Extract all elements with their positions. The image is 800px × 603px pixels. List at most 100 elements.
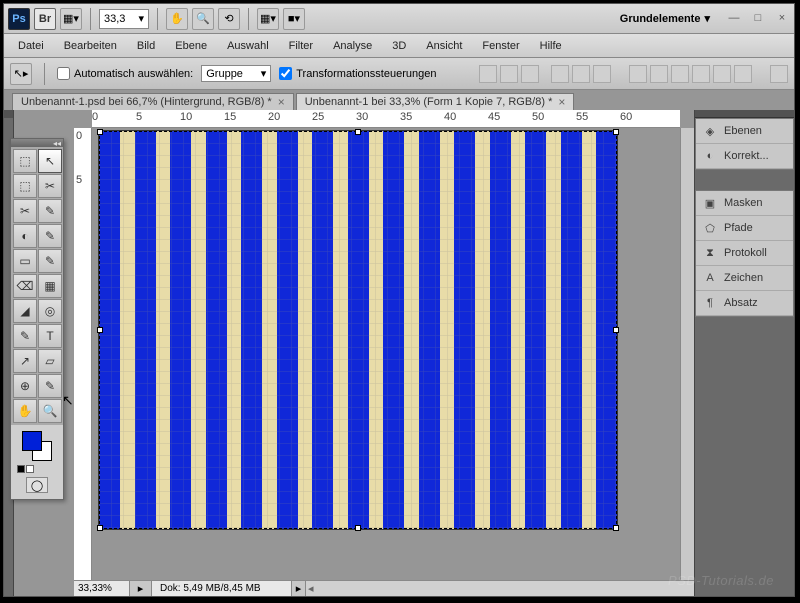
align-icon[interactable] <box>521 65 539 83</box>
status-arrow-icon[interactable]: ▸ <box>292 581 306 596</box>
tool-button[interactable]: ✋ <box>13 399 37 423</box>
group-dropdown[interactable]: Gruppe▾ <box>201 65 271 82</box>
collapse-icon[interactable]: ◂◂ <box>53 139 61 148</box>
close-button[interactable]: × <box>774 12 790 26</box>
align-icon[interactable] <box>479 65 497 83</box>
transform-bounds[interactable] <box>99 131 617 529</box>
tool-button[interactable]: 🔍 <box>38 399 62 423</box>
transform-handle[interactable] <box>355 525 361 531</box>
bridge-icon[interactable]: Br <box>34 8 56 30</box>
tool-button[interactable]: ✂ <box>38 174 62 198</box>
tool-button[interactable]: ▦ <box>38 274 62 298</box>
menu-hilfe[interactable]: Hilfe <box>530 37 572 55</box>
align-icon[interactable] <box>593 65 611 83</box>
maximize-button[interactable]: □ <box>750 12 766 26</box>
panel-para[interactable]: ¶Absatz <box>696 291 793 316</box>
menu-3d[interactable]: 3D <box>382 37 416 55</box>
minimize-button[interactable]: — <box>726 12 742 26</box>
menu-fenster[interactable]: Fenster <box>472 37 529 55</box>
canvas-viewport[interactable] <box>92 128 680 580</box>
arrange-dropdown[interactable]: ▦▾ <box>257 8 279 30</box>
tool-button[interactable]: ↗ <box>13 349 37 373</box>
distribute-icon[interactable] <box>629 65 647 83</box>
panel-adjust[interactable]: ◐Korrekt... <box>696 144 793 169</box>
transform-handle[interactable] <box>613 525 619 531</box>
scrollbar-horizontal[interactable]: ◂ <box>306 581 694 596</box>
document-tab[interactable]: Unbenannt-1.psd bei 66,7% (Hintergrund, … <box>12 93 294 110</box>
menu-ebene[interactable]: Ebene <box>165 37 217 55</box>
tool-button[interactable]: ✎ <box>38 249 62 273</box>
document-tab[interactable]: Unbenannt-1 bei 33,3% (Form 1 Kopie 7, R… <box>296 93 575 110</box>
transform-handle[interactable] <box>97 525 103 531</box>
distribute-icon[interactable] <box>671 65 689 83</box>
tool-button[interactable]: ◎ <box>38 299 62 323</box>
panel-mask[interactable]: ▣Masken <box>696 191 793 216</box>
panel-char[interactable]: AZeichen <box>696 266 793 291</box>
panel-history[interactable]: ⧗Protokoll <box>696 241 793 266</box>
transform-checkbox[interactable]: Transformationssteuerungen <box>279 67 436 80</box>
tool-button[interactable]: ✎ <box>38 199 62 223</box>
status-docsize[interactable]: Dok: 5,49 MB/8,45 MB <box>152 581 292 596</box>
distribute-icon[interactable] <box>650 65 668 83</box>
default-colors-icon[interactable] <box>17 465 25 473</box>
distribute-icon[interactable] <box>713 65 731 83</box>
quickmask-button[interactable]: ◯ <box>26 477 48 493</box>
align-icon[interactable] <box>572 65 590 83</box>
menu-auswahl[interactable]: Auswahl <box>217 37 279 55</box>
tool-button[interactable]: ⌫ <box>13 274 37 298</box>
tool-button[interactable]: ✎ <box>38 374 62 398</box>
transform-handle[interactable] <box>355 129 361 135</box>
tool-button[interactable]: ✂ <box>13 199 37 223</box>
panel-layers[interactable]: ◈Ebenen <box>696 119 793 144</box>
tool-button[interactable]: ↖ <box>38 149 62 173</box>
tool-button[interactable]: ⬚ <box>13 174 37 198</box>
align-icon[interactable] <box>500 65 518 83</box>
move-tool-icon[interactable]: ↖▸ <box>10 63 32 85</box>
status-zoom[interactable]: 33,33% <box>74 581 130 596</box>
menu-bild[interactable]: Bild <box>127 37 165 55</box>
history-icon: ⧗ <box>702 246 718 260</box>
menu-ansicht[interactable]: Ansicht <box>416 37 472 55</box>
app-icon[interactable]: Ps <box>8 8 30 30</box>
menu-bearbeiten[interactable]: Bearbeiten <box>54 37 127 55</box>
tool-button[interactable]: ▱ <box>38 349 62 373</box>
tool-button[interactable]: ⊕ <box>13 374 37 398</box>
tab-close-icon[interactable]: × <box>558 96 565 108</box>
tool-button[interactable]: ✎ <box>38 224 62 248</box>
menu-datei[interactable]: Datei <box>8 37 54 55</box>
layout-dropdown[interactable]: ▦▾ <box>60 8 82 30</box>
panel-paths[interactable]: ⬠Pfade <box>696 216 793 241</box>
transform-handle[interactable] <box>97 327 103 333</box>
align-icon[interactable] <box>551 65 569 83</box>
menu-filter[interactable]: Filter <box>279 37 323 55</box>
transform-handle[interactable] <box>97 129 103 135</box>
status-icon[interactable]: ▸ <box>130 581 152 596</box>
auto-align-icon[interactable] <box>770 65 788 83</box>
distribute-icon[interactable] <box>692 65 710 83</box>
tab-close-icon[interactable]: × <box>278 96 285 108</box>
tool-button[interactable]: ▭ <box>13 249 37 273</box>
canvas[interactable] <box>98 130 618 530</box>
menu-analyse[interactable]: Analyse <box>323 37 382 55</box>
tool-button[interactable]: ◐ <box>13 224 37 248</box>
autoselect-checkbox[interactable]: Automatisch auswählen: <box>57 67 193 80</box>
tool-button[interactable]: ◢ <box>13 299 37 323</box>
tool-button[interactable]: T <box>38 324 62 348</box>
transform-handle[interactable] <box>613 129 619 135</box>
workspace-dropdown[interactable]: Grundelemente ▾ <box>612 10 718 27</box>
zoom-icon[interactable]: 🔍 <box>192 8 214 30</box>
tool-button[interactable]: ✎ <box>13 324 37 348</box>
screen-dropdown[interactable]: ■▾ <box>283 8 305 30</box>
tool-button[interactable]: ⬚ <box>13 149 37 173</box>
document-tabs: Unbenannt-1.psd bei 66,7% (Hintergrund, … <box>4 90 794 110</box>
top-bar: Ps Br ▦▾ 33,3▾ ✋ 🔍 ⟲ ▦▾ ■▾ Grundelemente… <box>4 4 794 34</box>
transform-handle[interactable] <box>613 327 619 333</box>
hand-icon[interactable]: ✋ <box>166 8 188 30</box>
distribute-icon[interactable] <box>734 65 752 83</box>
scrollbar-vertical[interactable] <box>680 128 694 580</box>
color-swatches[interactable] <box>22 431 52 461</box>
swap-colors-icon[interactable] <box>26 465 34 473</box>
foreground-color[interactable] <box>22 431 42 451</box>
zoom-input[interactable]: 33,3▾ <box>99 9 149 29</box>
rotate-icon[interactable]: ⟲ <box>218 8 240 30</box>
